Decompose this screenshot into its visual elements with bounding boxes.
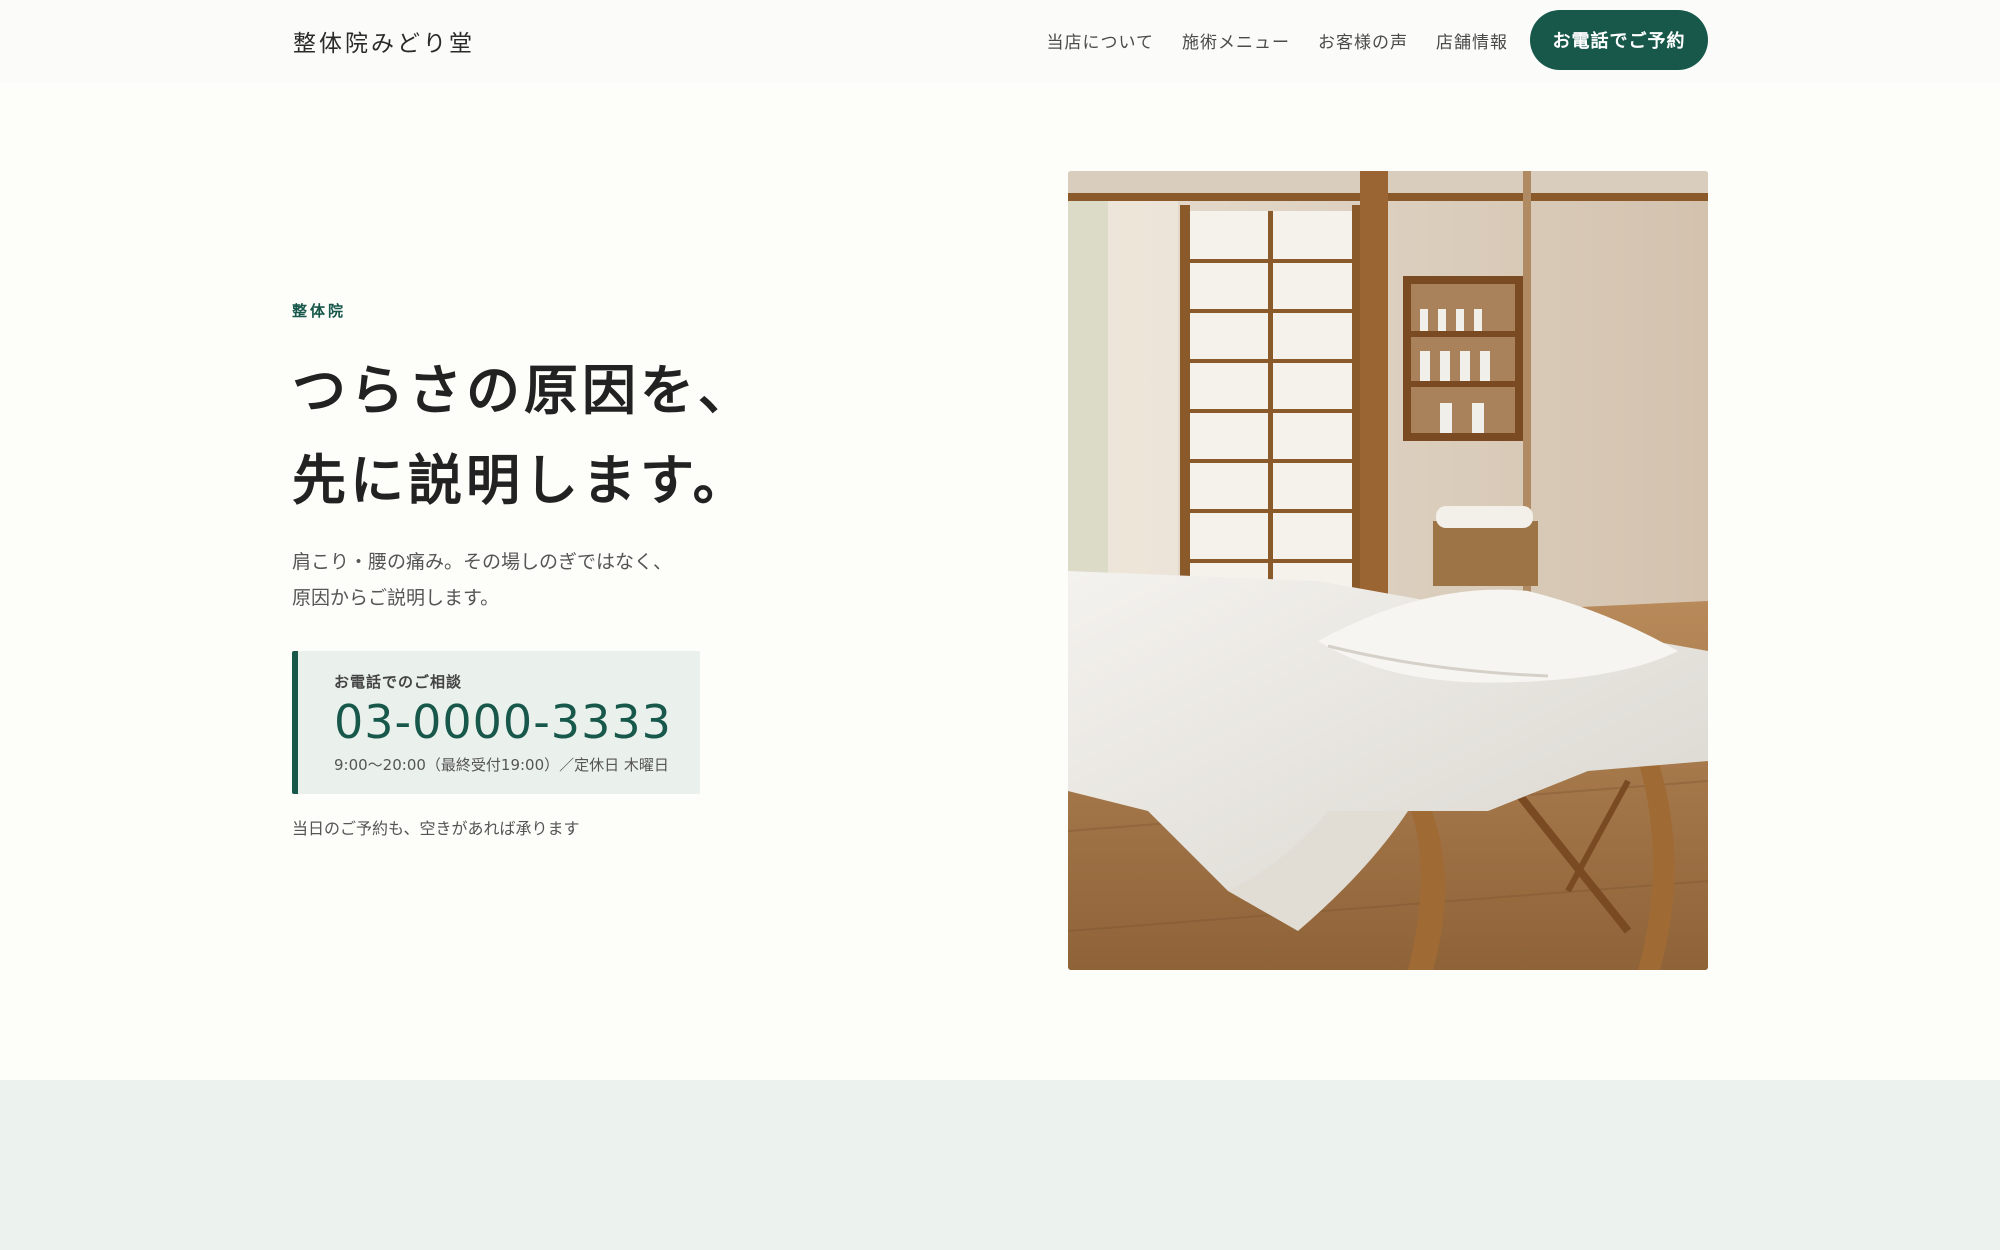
phone-label: お電話でのご相談 — [334, 673, 463, 691]
phone-contact-card: お電話でのご相談 03-0000-3333 9:00〜20:00（最終受付19:… — [292, 651, 700, 794]
site-logo[interactable]: 整体院みどり堂 — [293, 24, 475, 58]
nav-link-about[interactable]: 当店について — [1047, 28, 1155, 53]
business-hours: 9:00〜20:00（最終受付19:00）／定休日 木曜日 — [334, 756, 669, 774]
hero-headline-line-2: 先に説明します。 — [292, 448, 751, 512]
main-nav: 当店について 施術メニュー お客様の声 店舗情報 — [1047, 28, 1509, 53]
phone-reserve-button[interactable]: お電話でご予約 — [1530, 10, 1708, 70]
hero-eyebrow: 整体院 — [292, 302, 347, 320]
same-day-note: 当日のご予約も、空きがあれば承ります — [292, 819, 580, 838]
hero-lead-line-2: 原因からご説明します。 — [292, 587, 500, 609]
site-header: 整体院みどり堂 当店について 施術メニュー お客様の声 店舗情報 お電話でご予約 — [0, 0, 2000, 82]
nav-link-menu[interactable]: 施術メニュー — [1182, 28, 1290, 53]
treatment-room-photo — [1068, 171, 1708, 970]
nav-link-store[interactable]: 店舗情報 — [1436, 28, 1508, 53]
next-section-band — [0, 1080, 2000, 1250]
hero-lead: 肩こり・腰の痛み。その場しのぎではなく、 原因からご説明します。 — [292, 544, 852, 616]
hero-lead-line-1: 肩こり・腰の痛み。その場しのぎではなく、 — [292, 551, 673, 573]
hero-headline: つらさの原因を、 先に説明します。 — [292, 345, 892, 525]
nav-link-reviews[interactable]: お客様の声 — [1318, 28, 1408, 53]
phone-number[interactable]: 03-0000-3333 — [334, 695, 672, 749]
hero-headline-line-1: つらさの原因を、 — [292, 358, 756, 422]
